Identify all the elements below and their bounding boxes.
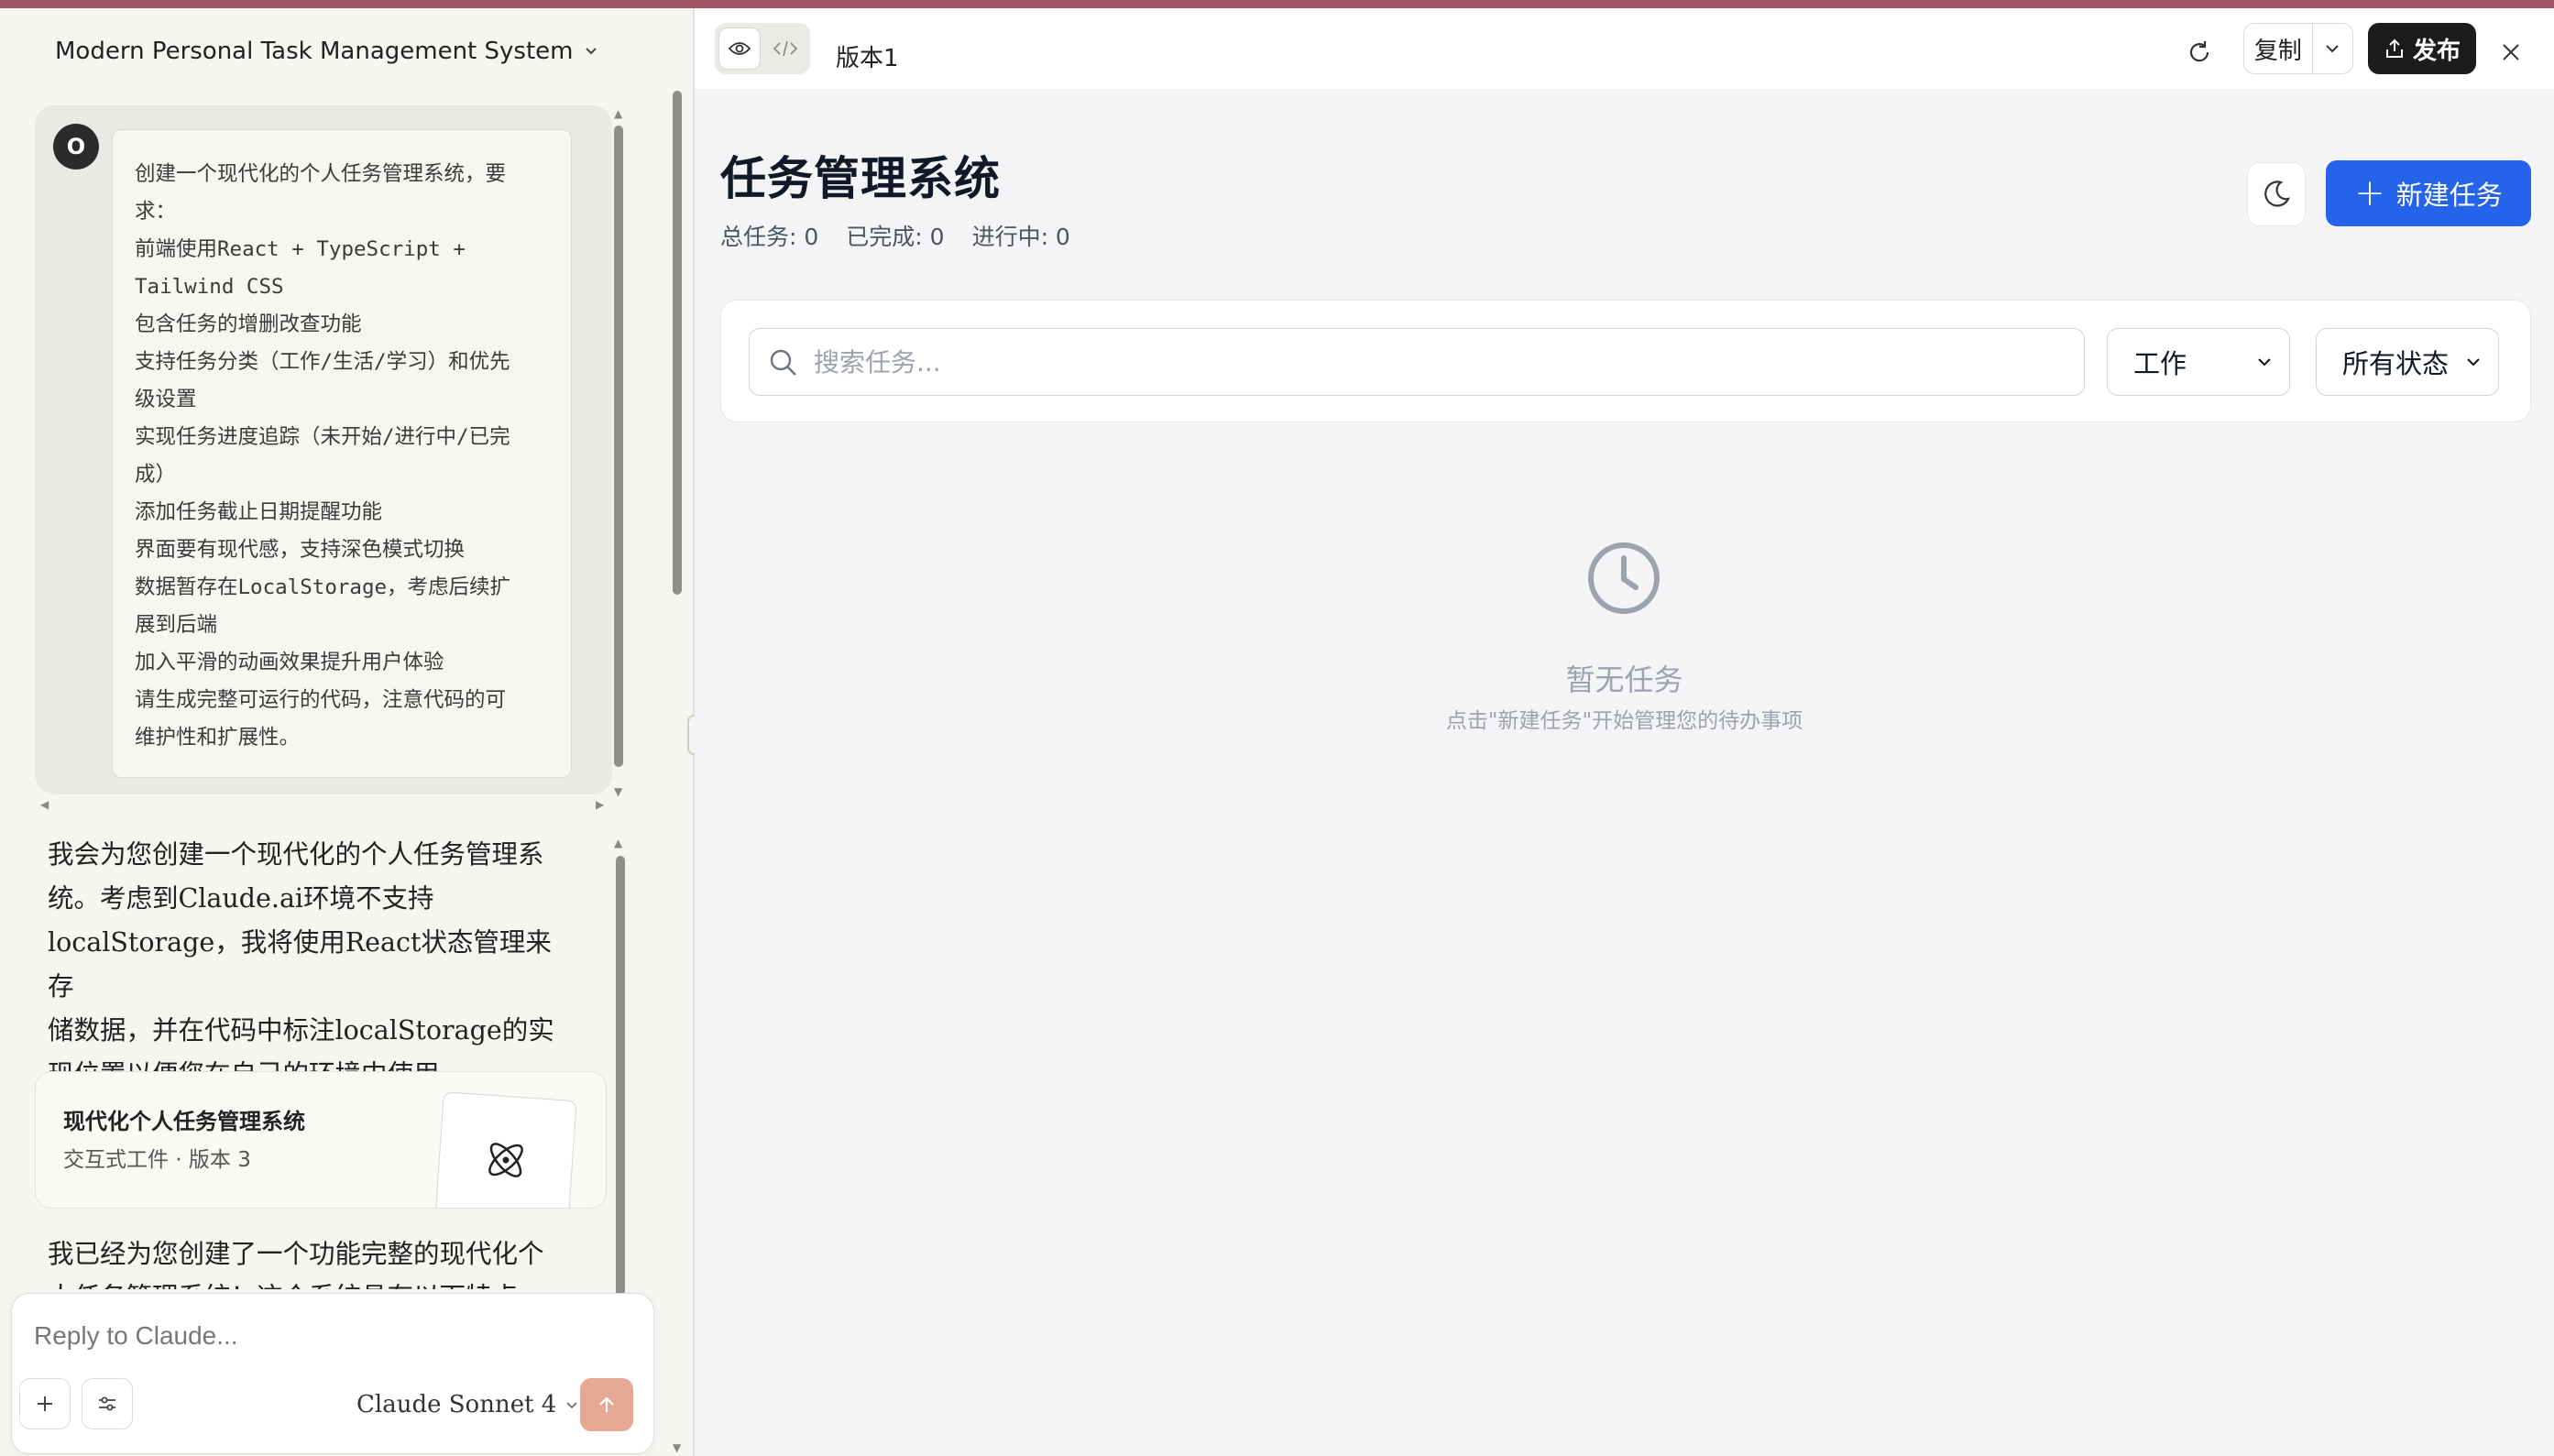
prompt-line: 数据暂存在LocalStorage，考虑后续扩 <box>135 575 511 599</box>
moon-icon <box>2264 181 2290 207</box>
react-atom-icon <box>488 1143 523 1177</box>
prompt-line: 加入平滑的动画效果提升用户体验 <box>135 651 444 674</box>
chevron-down-icon <box>566 1402 577 1409</box>
refresh-button[interactable] <box>2181 34 2218 71</box>
add-attachment-button[interactable] <box>19 1378 71 1429</box>
publish-button[interactable]: 发布 <box>2368 23 2476 74</box>
prompt-line: 添加任务截止日期提醒功能 <box>135 500 383 524</box>
clock-icon <box>1588 542 1660 614</box>
chat-scroll-thumb[interactable] <box>673 91 682 595</box>
chevron-down-icon <box>2258 358 2271 367</box>
chevron-down-icon <box>2326 45 2340 53</box>
copy-menu-button[interactable] <box>2313 24 2352 73</box>
search-icon <box>770 349 796 376</box>
scroll-left-arrow[interactable]: ◀ <box>40 798 49 811</box>
prompt-line: 支持任务分类（工作/生活/学习）和优先 <box>135 350 510 374</box>
chat-pane: Modern Personal Task Management System O… <box>0 8 693 1456</box>
publish-label: 发布 <box>2412 37 2461 65</box>
model-name: Claude Sonnet 4 <box>356 1391 557 1418</box>
assistant-message: 我会为您创建一个现代化的个人任务管理系 统。考虑到Claude.ai环境不支持 lo… <box>48 833 570 1097</box>
preview-pane: 版本1 复制 发布 任务管理系统 总任务: 0 已完成: 0 进行中: 0 + … <box>695 8 2554 1456</box>
plus-icon <box>38 1396 52 1411</box>
code-toggle[interactable] <box>764 27 806 70</box>
view-toggle <box>715 23 810 74</box>
empty-subtitle: 点击"新建任务"开始管理您的待办事项 <box>1445 709 1803 733</box>
artifact-title: 现代化个人任务管理系统 <box>63 1109 305 1134</box>
artifact-card[interactable]: 现代化个人任务管理系统 交互式工件 · 版本 3 <box>35 1071 607 1209</box>
new-task-button[interactable]: + 新建任务 <box>2326 160 2531 226</box>
filter-bar: 工作 所有状态 <box>720 300 2531 422</box>
code-icon <box>773 40 798 57</box>
new-task-label: 新建任务 <box>2395 180 2503 211</box>
empty-title: 暂无任务 <box>1565 662 1683 697</box>
prompt-line: 展到后端 <box>135 613 218 637</box>
assistant-line: localStorage，我将使用React状态管理来存 <box>48 927 552 1002</box>
prompt-line: 实现任务进度追踪（未开始/进行中/已完 <box>135 425 510 449</box>
category-value: 工作 <box>2133 348 2187 379</box>
tools-button[interactable] <box>82 1378 133 1429</box>
artifact-thumbnail <box>434 1091 577 1208</box>
assistant-line: 储数据，并在代码中标注localStorage的实 <box>48 1015 554 1045</box>
model-selector[interactable]: Claude Sonnet 4 <box>356 1391 579 1418</box>
task-stats: 总任务: 0 已完成: 0 进行中: 0 <box>720 219 1070 252</box>
arrow-up-icon <box>599 1396 614 1412</box>
copy-button[interactable]: 复制 <box>2244 24 2313 73</box>
scroll-thumb-2[interactable] <box>616 856 625 1296</box>
prompt-line: 成） <box>135 463 177 487</box>
assistant-line: 统。考虑到Claude.ai环境不支持 <box>48 883 434 914</box>
scroll-up-arrow[interactable]: ▲ <box>614 107 622 120</box>
prompt-line: 级设置 <box>135 388 197 411</box>
status-value: 所有状态 <box>2342 348 2450 379</box>
search-input[interactable] <box>814 344 2060 380</box>
stat-completed: 已完成: 0 <box>846 224 945 250</box>
copy-group: 复制 <box>2243 23 2353 74</box>
prompt-scrollbar[interactable]: ▲ ▼ <box>612 107 625 798</box>
prompt-line: 前端使用React + TypeScript + <box>135 237 466 261</box>
status-select[interactable]: 所有状态 <box>2316 328 2499 396</box>
reply-composer: Claude Sonnet 4 <box>11 1293 654 1454</box>
chat-scroll-down-arrow[interactable]: ▼ <box>673 1441 681 1454</box>
chat-title-text: Modern Personal Task Management System <box>55 38 574 65</box>
preview-header: 版本1 复制 发布 <box>695 8 2554 89</box>
prompt-line: 求： <box>135 200 177 224</box>
sliders-icon <box>99 1396 115 1411</box>
preview-toggle[interactable] <box>718 27 761 70</box>
close-button[interactable] <box>2493 34 2529 71</box>
assistant-message-2-partial: 人任务管理系统！这个系统具有以下特点 <box>48 1276 570 1289</box>
prompt-line: 请生成完整可运行的代码，注意代码的可 <box>135 688 507 712</box>
prompt-line: 界面要有现代感，支持深色模式切换 <box>135 538 466 562</box>
category-select[interactable]: 工作 <box>2107 328 2290 396</box>
assistant-message-2: 我已经为您创建了一个功能完整的现代化个 <box>48 1239 544 1269</box>
chevron-down-icon <box>586 48 597 55</box>
close-icon <box>2503 44 2519 60</box>
dark-mode-toggle[interactable] <box>2247 162 2306 226</box>
avatar: O <box>53 124 99 170</box>
page-title: 任务管理系统 <box>720 152 1001 205</box>
user-message: O 创建一个现代化的个人任务管理系统，要 求： 前端使用React + TypeSc… <box>35 105 612 794</box>
scroll-thumb[interactable] <box>614 126 623 767</box>
artifact-subtitle: 交互式工件 · 版本 3 <box>63 1148 251 1172</box>
scroll-up-arrow-2[interactable]: ▲ <box>614 837 622 849</box>
scroll-right-arrow[interactable]: ▶ <box>596 798 604 811</box>
prompt-line: 维护性和扩展性。 <box>135 726 301 750</box>
user-prompt-box: 创建一个现代化的个人任务管理系统，要 求： 前端使用React + TypeScri… <box>112 129 572 778</box>
plus-icon: + <box>2354 172 2385 214</box>
eye-icon <box>728 42 751 55</box>
assistant-line: 我会为您创建一个现代化的个人任务管理系 <box>48 839 544 870</box>
share-icon <box>2385 38 2403 58</box>
refresh-icon <box>2189 41 2209 62</box>
window-top-strip <box>0 0 2554 8</box>
chat-title-menu[interactable]: Modern Personal Task Management System <box>55 38 600 65</box>
reply-input[interactable] <box>34 1321 620 1351</box>
scroll-down-arrow[interactable]: ▼ <box>614 785 622 798</box>
prompt-line: 包含任务的增删改查功能 <box>135 312 362 336</box>
stat-total: 总任务: 0 <box>720 224 819 250</box>
prompt-line: 创建一个现代化的个人任务管理系统，要 <box>135 162 507 186</box>
chevron-down-icon <box>2467 358 2480 367</box>
version-label[interactable]: 版本1 <box>836 39 899 73</box>
stat-in-progress: 进行中: 0 <box>971 224 1070 250</box>
search-box <box>749 328 2085 396</box>
send-button[interactable] <box>580 1378 633 1431</box>
prompt-line: Tailwind CSS <box>135 275 284 299</box>
